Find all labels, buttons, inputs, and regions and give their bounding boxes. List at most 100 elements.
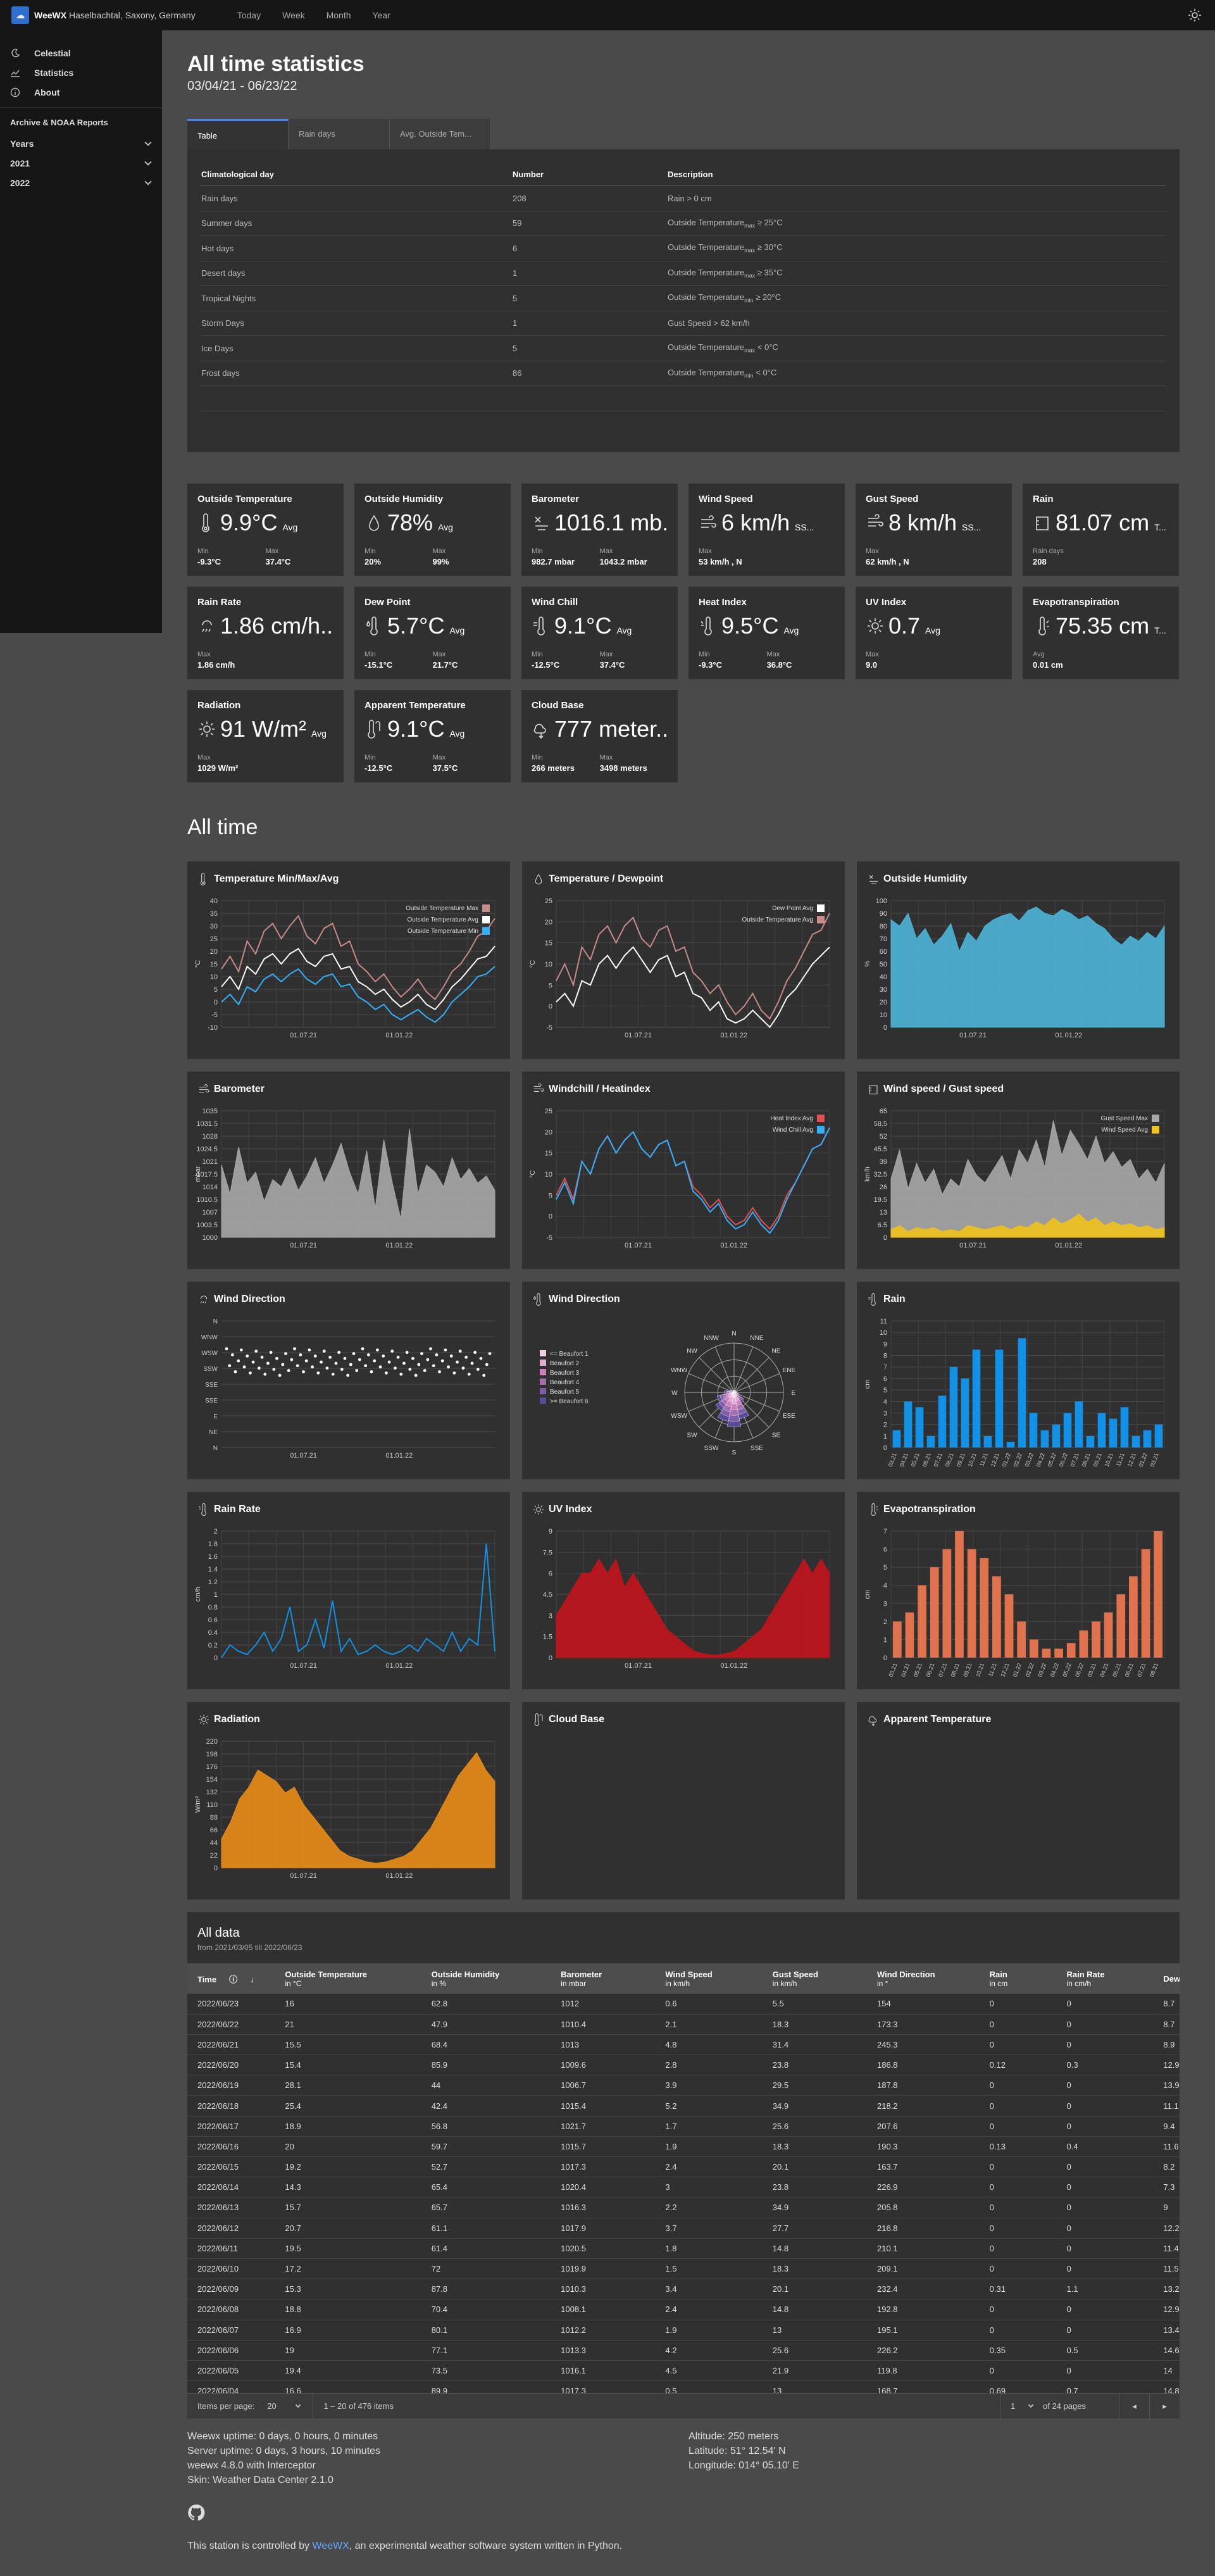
- x-tick-label: 05.21: [913, 1662, 923, 1678]
- page-select[interactable]: 1: [1000, 2393, 1038, 2419]
- x-tick-label: 11.21: [987, 1662, 998, 1677]
- card-value: 9.1°C: [387, 716, 445, 742]
- x-tick-label: 01.22: [1012, 1662, 1023, 1678]
- direction-label: NE: [772, 1348, 781, 1355]
- chart-plot[interactable]: 0 10 20 30 40 50 60 70 80 90 100% 01.07.21 01.01.22: [857, 861, 1180, 1059]
- y-tick-label: 2: [883, 1618, 887, 1626]
- chart-plot[interactable]: 0 22 44 66 88 110 132 154 176 198 220 W/m² 01.07.21 0…: [187, 1702, 510, 1899]
- table-cell: 1010.3: [551, 2279, 656, 2300]
- prev-page-button[interactable]: ◂: [1119, 2393, 1149, 2419]
- stat-value: 9.0: [866, 660, 878, 670]
- table-cell: 0: [979, 2258, 1057, 2280]
- chart-plot[interactable]: -5 0 5 10 15 20 25 °C 01.07.21 01.01.22 Heat Index…: [522, 1072, 845, 1269]
- chart-plot[interactable]: 10001003.510071010.510141017.510211024.5…: [187, 1072, 510, 1269]
- y-tick-label: 4: [883, 1398, 887, 1406]
- y-tick-label: -5: [211, 1011, 218, 1019]
- weewx-logo-icon[interactable]: ☁: [11, 6, 29, 24]
- table-cell: 25.6: [762, 2340, 867, 2361]
- tab-avg-outside-temp[interactable]: Avg. Outside Tem...: [390, 119, 491, 149]
- col-header[interactable]: Wind Speed in km/h: [655, 1963, 763, 1994]
- items-range: 1 – 20 of 476 items: [313, 2393, 394, 2419]
- y-tick-label: 50: [880, 961, 887, 968]
- direction-label: W: [671, 1390, 678, 1397]
- legend-label: Gust Speed Max: [1101, 1115, 1148, 1122]
- nav-month[interactable]: Month: [327, 10, 351, 20]
- sidebar-group-2021[interactable]: 2021: [0, 153, 162, 173]
- chart-plot[interactable]: N NNE NE ENE E ESE SE SSE S SSW SW WSW W WNW NW NNW <= B…: [522, 1282, 845, 1479]
- chart-plot[interactable]: 0 6.5 13 19.5 26 32.5 39 45.5 52 58.5 65 km/h 01.07.…: [857, 1072, 1180, 1269]
- scatter-point: [242, 1365, 246, 1369]
- clim-day: Tropical Nights: [201, 285, 513, 311]
- chart-plot[interactable]: -5 0 5 10 15 20 25 °C 01.07.21 01.01.22 Dew Point …: [522, 861, 845, 1059]
- legend-swatch: [482, 904, 490, 912]
- sidebar-item-celestial[interactable]: Celestial: [0, 43, 162, 63]
- nav-today[interactable]: Today: [237, 10, 261, 20]
- x-tick-label: 04.21: [1099, 1662, 1109, 1678]
- scatter-point: [396, 1355, 400, 1359]
- github-icon[interactable]: [187, 2504, 205, 2522]
- card-value-row: 81.07 cm T...: [1033, 510, 1169, 536]
- info-icon[interactable]: ⓘ: [229, 1975, 237, 1984]
- col-header[interactable]: Time ⓘ ↓: [187, 1963, 275, 1994]
- col-header[interactable]: Outside Temperature in °C: [275, 1963, 421, 1994]
- sidebar-group-2022[interactable]: 2022: [0, 173, 162, 192]
- table-cell: 1019.9: [551, 2258, 656, 2280]
- climatological-panel: Climatological day Number Description Ra…: [187, 149, 1180, 452]
- chart-plot[interactable]: 0 1.5 3 4.5 6 7.5 9 01.07.21 01.01.22: [522, 1492, 845, 1689]
- table-cell: 72: [421, 2258, 551, 2280]
- polar-spoke: [733, 1357, 770, 1393]
- chart-plot[interactable]: N NE E SSE SSE SSW WSW WNW N 01.07.21 01.01.22: [187, 1282, 510, 1479]
- table-cell: 1017.9: [551, 2218, 656, 2239]
- y-tick-label: 3: [549, 1612, 552, 1620]
- card-stat: Min 20%: [364, 547, 433, 566]
- clim-number: 1: [513, 311, 668, 336]
- chevron-down-icon: [1028, 2402, 1034, 2408]
- sidebar-group-years[interactable]: Years: [0, 134, 162, 153]
- col-header[interactable]: Gust Speed in km/h: [762, 1963, 867, 1994]
- table-cell: 29.5: [762, 2075, 867, 2096]
- sidebar-item-statistics[interactable]: Statistics: [0, 63, 162, 82]
- y-tick-label: 6: [883, 1546, 887, 1554]
- tab-table[interactable]: Table: [187, 119, 289, 149]
- card-stat: Max 62 km/h , N: [866, 547, 937, 566]
- bar: [1141, 1549, 1150, 1658]
- nav-year[interactable]: Year: [373, 10, 390, 20]
- chart-plot[interactable]: 01234567891011cm03.21 04.21 05.21 06.21 07.2…: [857, 1282, 1180, 1479]
- card-value: 9.1°C: [554, 613, 612, 639]
- weewx-link[interactable]: WeeWX: [312, 2541, 349, 2551]
- table-cell: 8.7: [1153, 1994, 1180, 2015]
- clim-number: 208: [513, 185, 668, 211]
- col-header[interactable]: Dew Poi: [1153, 1963, 1180, 1994]
- table-cell: 0: [979, 2360, 1057, 2382]
- items-per-page-select[interactable]: 20: [267, 2401, 301, 2411]
- col-header[interactable]: Barometer in mbar: [551, 1963, 656, 1994]
- col-header[interactable]: Rain in cm: [979, 1963, 1057, 1994]
- card-stat: Min -12.5°C: [364, 754, 433, 773]
- table-row: 2022/06/12 20.7 61.1 1017.9 3.7 27.7 216.8 0 0 12…: [187, 2218, 1180, 2239]
- card-stat: Min -12.5°C: [532, 651, 600, 670]
- bar: [930, 1567, 939, 1658]
- col-climatological-day: Climatological day: [201, 163, 513, 186]
- theme-toggle-sun-icon[interactable]: [1187, 8, 1202, 23]
- table-cell: 15.7: [275, 2197, 421, 2218]
- chart-plot[interactable]: 0 0.2 0.4 0.6 0.8 1 1.2 1.4 1.6 1.8 2 cm/h 01.07.21 0…: [187, 1492, 510, 1689]
- chart-plot[interactable]: 01234567cm03.21 04.21 05.21 06.21 07.21 08.21…: [857, 1492, 1180, 1689]
- col-header[interactable]: Wind Direction in °: [867, 1963, 980, 1994]
- y-tick-label: SSE: [205, 1382, 218, 1389]
- nav-week[interactable]: Week: [282, 10, 305, 20]
- tab-rain-days[interactable]: Rain days: [289, 119, 390, 149]
- direction-label: SE: [772, 1432, 781, 1439]
- table-row: 2022/06/22 21 47.9 1010.4 2.1 18.3 173.3 0 0 8.7: [187, 2014, 1180, 2035]
- chart-plot[interactable]: -10 -5 0 5 10 15 20 25 30 35 40 °C 01.07.21 01.01.22 O…: [187, 861, 510, 1059]
- card-value: 81.07 cm: [1056, 510, 1150, 535]
- col-header[interactable]: Rain Rate in cm/h: [1056, 1963, 1154, 1994]
- col-header[interactable]: Outside Humidity in %: [421, 1963, 551, 1994]
- brand[interactable]: WeeWX Haselbachtal, Saxony, Germany: [34, 10, 196, 20]
- sort-arrow-icon[interactable]: ↓: [250, 1975, 254, 1984]
- scatter-point: [473, 1351, 477, 1354]
- stat-label: Max: [599, 754, 613, 761]
- direction-label: S: [732, 1449, 737, 1456]
- heatindex-icon: [701, 616, 712, 635]
- next-page-button[interactable]: ▸: [1149, 2393, 1180, 2419]
- sidebar-item-about[interactable]: About: [0, 82, 162, 102]
